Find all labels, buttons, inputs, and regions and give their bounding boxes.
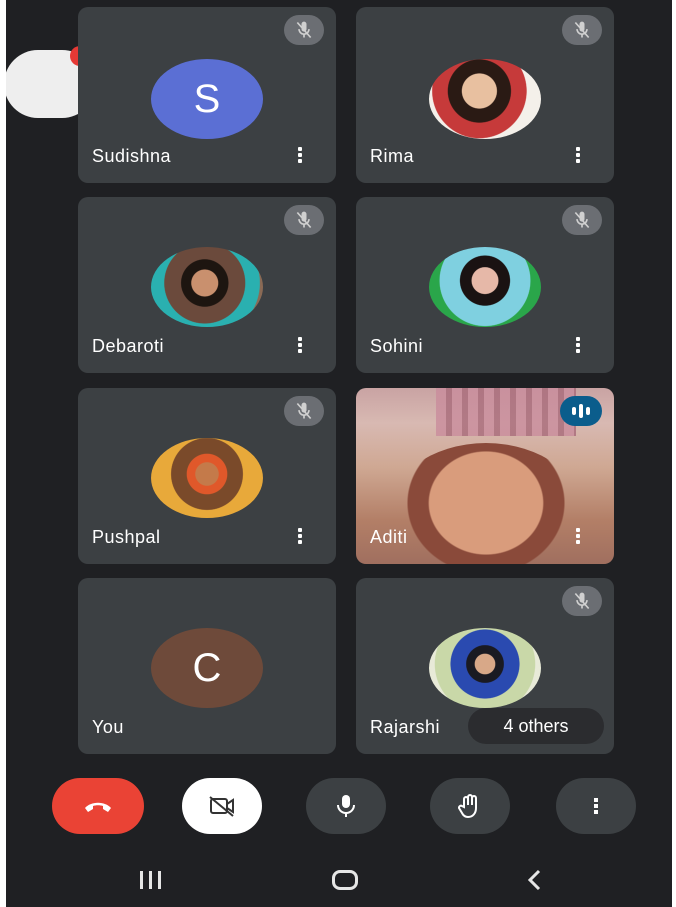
participant-tile-debaroti[interactable]: Debaroti xyxy=(78,197,336,373)
meeting-screen: 1 S Sudishna Rima Debaroti Sohini xyxy=(6,0,672,907)
more-vert-icon xyxy=(593,796,599,816)
camera-toggle-button[interactable] xyxy=(182,778,262,834)
more-vert-icon[interactable] xyxy=(574,145,582,169)
participant-tile-sudishna[interactable]: S Sudishna xyxy=(78,7,336,183)
videocam-off-icon xyxy=(209,796,234,817)
call-end-icon xyxy=(85,802,111,812)
participant-name: Aditi xyxy=(370,527,408,547)
avatar: C xyxy=(151,628,263,708)
participant-name: Rajarshi xyxy=(370,717,441,737)
participant-tile-you[interactable]: C You xyxy=(78,578,336,754)
avatar-photo xyxy=(151,438,263,518)
participant-name: Pushpal xyxy=(92,527,161,547)
recent-apps-icon[interactable] xyxy=(140,871,166,889)
participant-name: Rima xyxy=(370,146,415,166)
more-vert-icon[interactable] xyxy=(296,335,304,359)
more-vert-icon[interactable] xyxy=(574,526,582,550)
participant-name: You xyxy=(92,717,124,737)
mic-off-icon xyxy=(284,396,324,426)
video-feed xyxy=(386,443,586,564)
mic-off-icon xyxy=(562,586,602,616)
others-label: 4 others xyxy=(503,715,569,736)
avatar-photo xyxy=(429,247,541,327)
more-vert-icon[interactable] xyxy=(296,526,304,550)
avatar-photo xyxy=(429,628,541,708)
participant-tile-sohini[interactable]: Sohini xyxy=(356,197,614,373)
back-icon[interactable] xyxy=(526,868,542,897)
more-options-button[interactable] xyxy=(556,778,636,834)
mic-off-icon xyxy=(562,205,602,235)
participant-name: Debaroti xyxy=(92,336,165,356)
avatar-initial: C xyxy=(192,645,222,690)
curtain xyxy=(436,388,576,436)
avatar-photo xyxy=(429,59,541,139)
avatar-photo xyxy=(151,247,263,327)
participant-name: Sohini xyxy=(370,336,424,356)
mic-off-icon xyxy=(284,15,324,45)
others-chip[interactable]: 4 others xyxy=(468,708,604,744)
participant-tile-aditi-video[interactable]: Aditi xyxy=(356,388,614,564)
microphone-button[interactable] xyxy=(306,778,386,834)
raise-hand-icon xyxy=(458,794,477,819)
mic-icon xyxy=(337,795,355,817)
audio-level-icon xyxy=(560,396,602,426)
participant-tile-rajarshi[interactable]: Rajarshi 4 others xyxy=(356,578,614,754)
more-vert-icon[interactable] xyxy=(296,145,304,169)
participant-name: Sudishna xyxy=(92,146,172,166)
home-icon[interactable] xyxy=(332,870,358,890)
mic-off-icon xyxy=(562,15,602,45)
raise-hand-button[interactable] xyxy=(430,778,510,834)
avatar-initial: S xyxy=(193,76,221,121)
mic-off-icon xyxy=(284,205,324,235)
more-vert-icon[interactable] xyxy=(574,335,582,359)
participant-tile-rima[interactable]: Rima xyxy=(356,7,614,183)
participant-tile-pushpal[interactable]: Pushpal xyxy=(78,388,336,564)
end-call-button[interactable] xyxy=(52,778,144,834)
avatar: S xyxy=(151,59,263,139)
